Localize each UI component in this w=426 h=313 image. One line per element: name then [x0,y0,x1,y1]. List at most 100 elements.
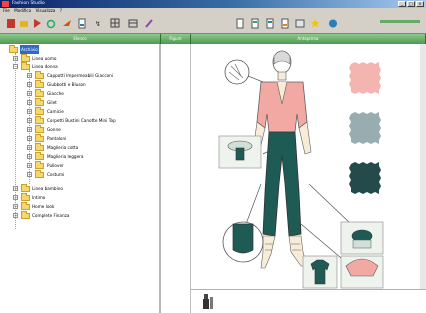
tree-item[interactable]: + Corpetti Bustini Canotte Mini Top [3,116,158,125]
folder-icon [35,134,44,142]
collapse-icon[interactable]: − [13,64,18,69]
tree-item[interactable]: − Linea donna [3,62,153,71]
thumbnail-strip [191,289,426,313]
tree-root[interactable]: Archivio [3,45,153,54]
figure-thumbnail-icon[interactable] [201,293,217,311]
page-icon[interactable] [77,18,87,29]
tree-item-label: Camicie [47,109,64,114]
folder-icon [9,45,18,53]
tree-item-label: Giacche [47,91,64,96]
expand-icon[interactable]: + [13,204,18,209]
expand-icon[interactable]: + [27,136,32,141]
folder-icon [21,62,30,70]
pane-header-left: Elenco [0,34,161,44]
document-icon[interactable] [265,18,275,29]
svg-text:↯: ↯ [95,20,101,28]
image-icon[interactable] [295,18,305,29]
open-icon[interactable] [19,18,29,29]
folder-icon [35,80,44,88]
star-icon[interactable] [310,18,320,29]
folder-icon [35,98,44,106]
rotate-icon[interactable]: ↯ [94,18,104,29]
menu-edit[interactable]: Modifica [14,8,31,13]
tree-item[interactable]: + Gonne [3,125,158,134]
tree-item-label: Cappotti Impermeabili Giacconi [47,73,114,78]
folder-icon [35,89,44,97]
tree-item[interactable]: + Giacche [3,89,158,98]
close-button[interactable]: × [416,1,424,7]
expand-icon[interactable]: + [27,109,32,114]
figure-list-pane [161,44,191,313]
tree-item[interactable]: + Home look [3,202,153,211]
undo-icon[interactable] [46,18,56,29]
grid-icon[interactable] [110,18,120,29]
folder-icon [35,170,44,178]
title-bar: Fashion Studio _ □ × [0,0,426,8]
expand-icon[interactable]: + [27,73,32,78]
swatch-dark-teal [349,162,381,194]
toolbar: ↯ [0,14,426,34]
expand-icon[interactable]: + [27,172,32,177]
tree-item-label: Pullover [47,163,64,168]
tree-item-label: Maglieria leggera [47,154,84,159]
preview-canvas [191,44,426,289]
new-icon[interactable] [6,18,16,29]
expand-icon[interactable]: + [13,56,18,61]
pants [262,131,302,237]
arrow-icon[interactable] [62,18,72,29]
expand-icon[interactable]: + [13,195,18,200]
tree-item[interactable]: + Maglieria cotta [3,143,158,152]
play-icon[interactable] [32,18,42,29]
vertical-scrollbar[interactable] [420,44,426,289]
maximize-button[interactable]: □ [407,1,415,7]
pane-header-middle: Figure [161,34,191,44]
document-icon[interactable] [250,18,260,29]
tree-item[interactable]: + Maglieria leggera [3,152,158,161]
tree-item[interactable]: + Linea bambino [3,184,153,193]
tree-item[interactable]: + Giubbotti e Bluson [3,80,158,89]
tree-item-label: Gilet [47,100,57,105]
tree-item[interactable]: + Costumi [3,170,158,179]
menu-help[interactable]: ? [60,8,62,13]
swatch-grey-blue [349,112,381,144]
progress-strip [380,20,420,23]
menu-file[interactable]: File [3,8,10,13]
expand-icon[interactable]: + [27,91,32,96]
expand-icon[interactable]: + [27,82,32,87]
document-icon[interactable] [280,18,290,29]
menu-view[interactable]: Visualizza [36,8,56,13]
pen-icon[interactable] [144,18,154,29]
expand-icon[interactable]: + [27,127,32,132]
tree-item-label: Maglieria cotta [47,145,79,150]
tree-item[interactable]: + Complete Finanza [3,211,153,220]
tree-item-label: Costumi [47,172,65,177]
folder-icon [35,116,44,124]
tree-item[interactable]: + Camicie [3,107,158,116]
folder-icon [21,211,30,219]
tree-item[interactable]: + Cappotti Impermeabili Giacconi [3,71,158,80]
folder-icon [35,161,44,169]
tree-item[interactable]: + Pantaloni [3,134,158,143]
tree-item[interactable]: + Gilet [3,98,158,107]
globe-icon[interactable] [328,18,338,29]
window-title: Fashion Studio [12,1,45,6]
fashion-sketch [218,50,384,289]
document-icon[interactable] [235,18,245,29]
tree-item-label: Intimo [32,195,46,200]
tree-item-label: Pantaloni [47,136,67,141]
tree-item[interactable]: + Pullover [3,161,158,170]
folder-icon [35,125,44,133]
expand-icon[interactable]: + [27,118,32,123]
tree-item[interactable]: + Intimo [3,193,153,202]
expand-icon[interactable]: + [27,100,32,105]
expand-icon[interactable]: + [13,186,18,191]
folder-icon [35,107,44,115]
layout-icon[interactable] [128,18,138,29]
pane-header-right: Anteprima [191,34,426,44]
expand-icon[interactable]: + [27,154,32,159]
expand-icon[interactable]: + [13,213,18,218]
expand-icon[interactable]: + [27,163,32,168]
minimize-button[interactable]: _ [398,1,406,7]
expand-icon[interactable]: + [27,145,32,150]
tree-item-label: Gonne [47,127,61,132]
